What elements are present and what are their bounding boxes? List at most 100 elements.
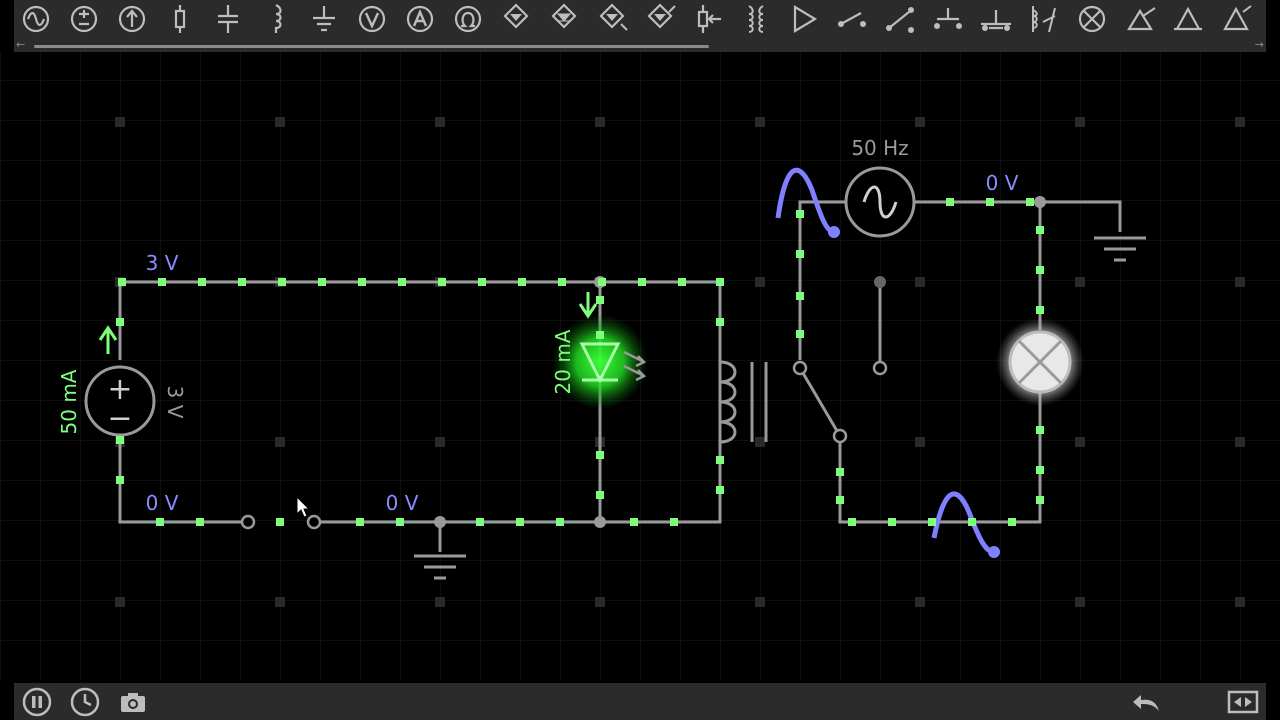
current-dot — [630, 518, 638, 526]
resistor-icon[interactable] — [161, 2, 199, 36]
current-dot — [946, 198, 954, 206]
fit-screen-icon[interactable] — [1226, 685, 1260, 719]
spdt-switch-icon[interactable] — [881, 2, 919, 36]
current-dot — [596, 296, 604, 304]
diode-icon[interactable] — [497, 2, 535, 36]
grid-anchor — [1075, 597, 1085, 607]
grid-anchor — [115, 117, 125, 127]
ohmmeter-icon[interactable] — [449, 2, 487, 36]
current-dot — [516, 518, 524, 526]
scroll-right-icon[interactable]: → — [1255, 38, 1264, 52]
grid-anchor — [755, 117, 765, 127]
current-source-icon[interactable] — [113, 2, 151, 36]
npn-transistor-icon[interactable] — [1121, 2, 1159, 36]
grid-anchor — [1235, 437, 1245, 447]
current-dot — [848, 518, 856, 526]
relay-icon[interactable] — [1025, 2, 1063, 36]
current-dot — [796, 292, 804, 300]
ac-frequency-label: 50 Hz — [851, 136, 908, 160]
grid-anchor — [915, 437, 925, 447]
current-dot — [596, 331, 604, 339]
grid-anchor — [1235, 597, 1245, 607]
grid-anchor — [915, 117, 925, 127]
grid-anchor — [435, 117, 445, 127]
lamp[interactable] — [996, 318, 1084, 406]
lamp-icon[interactable] — [1073, 2, 1111, 36]
current-dot — [716, 318, 724, 326]
current-dot — [796, 330, 804, 338]
spst-switch-icon[interactable] — [833, 2, 871, 36]
ac-source-icon[interactable] — [17, 2, 55, 36]
ammeter-icon[interactable] — [401, 2, 439, 36]
potentiometer-icon[interactable] — [689, 2, 727, 36]
pnp-transistor-icon[interactable] — [1169, 2, 1207, 36]
toolbar-scroll-thumb[interactable] — [34, 45, 709, 48]
led-icon[interactable] — [593, 2, 631, 36]
current-dot — [716, 456, 724, 464]
current-dot — [1036, 226, 1044, 234]
grid-anchor — [755, 597, 765, 607]
grid-anchor — [1235, 277, 1245, 287]
dc-voltage-source[interactable]: + − — [84, 365, 156, 437]
current-dot — [716, 278, 724, 286]
node-voltage-label: 0 V — [386, 491, 419, 515]
grid-anchor — [1235, 117, 1245, 127]
photodiode-icon[interactable] — [641, 2, 679, 36]
zener-diode-icon[interactable] — [545, 2, 583, 36]
grid-anchor — [275, 117, 285, 127]
current-dot — [276, 518, 284, 526]
current-dot — [278, 278, 286, 286]
transformer-icon[interactable] — [737, 2, 775, 36]
current-dot — [596, 491, 604, 499]
grid-anchor — [115, 597, 125, 607]
grid-anchor — [915, 597, 925, 607]
grid-anchor — [595, 117, 605, 127]
current-dot — [598, 278, 606, 286]
current-dot — [238, 278, 246, 286]
clock-icon[interactable] — [68, 685, 102, 719]
current-dot — [986, 198, 994, 206]
current-dot — [796, 250, 804, 258]
current-dot — [836, 468, 844, 476]
camera-icon[interactable] — [116, 685, 150, 719]
dc-source-current-label: 50 mA — [57, 369, 81, 434]
grid-anchor — [435, 597, 445, 607]
current-dot — [478, 278, 486, 286]
grid-anchor — [755, 437, 765, 447]
ac-voltage-source[interactable] — [844, 166, 916, 238]
current-dot — [596, 451, 604, 459]
toolbar-scrollbar[interactable]: ← → — [14, 38, 1266, 52]
grid-anchor — [435, 437, 445, 447]
current-dot — [1026, 198, 1034, 206]
current-dot — [1036, 266, 1044, 274]
buffer-icon[interactable] — [785, 2, 823, 36]
grid-anchor — [755, 277, 765, 287]
node-voltage-label: 0 V — [146, 491, 179, 515]
push-button-nc-icon[interactable] — [977, 2, 1015, 36]
inductor-icon[interactable] — [257, 2, 295, 36]
current-dot — [116, 476, 124, 484]
dc-voltage-source-icon[interactable] — [65, 2, 103, 36]
capacitor-icon[interactable] — [209, 2, 247, 36]
pause-icon[interactable] — [20, 685, 54, 719]
scroll-left-icon[interactable]: ← — [16, 38, 25, 52]
current-dot — [318, 278, 326, 286]
mosfet-icon[interactable] — [1217, 2, 1255, 36]
circuit-canvas[interactable]: + − 50 mA 3 V 20 mA 50 Hz 3 V 0 V 0 V 0 … — [0, 52, 1280, 680]
current-dot — [558, 278, 566, 286]
current-dot — [1036, 466, 1044, 474]
push-button-icon[interactable] — [929, 2, 967, 36]
grid-anchor — [1075, 277, 1085, 287]
current-dot — [836, 496, 844, 504]
bottom-bar — [14, 683, 1266, 720]
current-dot — [1036, 496, 1044, 504]
current-dot — [518, 278, 526, 286]
voltmeter-icon[interactable] — [353, 2, 391, 36]
current-dot — [670, 518, 678, 526]
grid-anchor — [275, 437, 285, 447]
node-voltage-label: 3 V — [146, 251, 179, 275]
current-dot — [118, 278, 126, 286]
undo-icon[interactable] — [1130, 685, 1164, 719]
current-dot — [556, 518, 564, 526]
ground-icon[interactable] — [305, 2, 343, 36]
